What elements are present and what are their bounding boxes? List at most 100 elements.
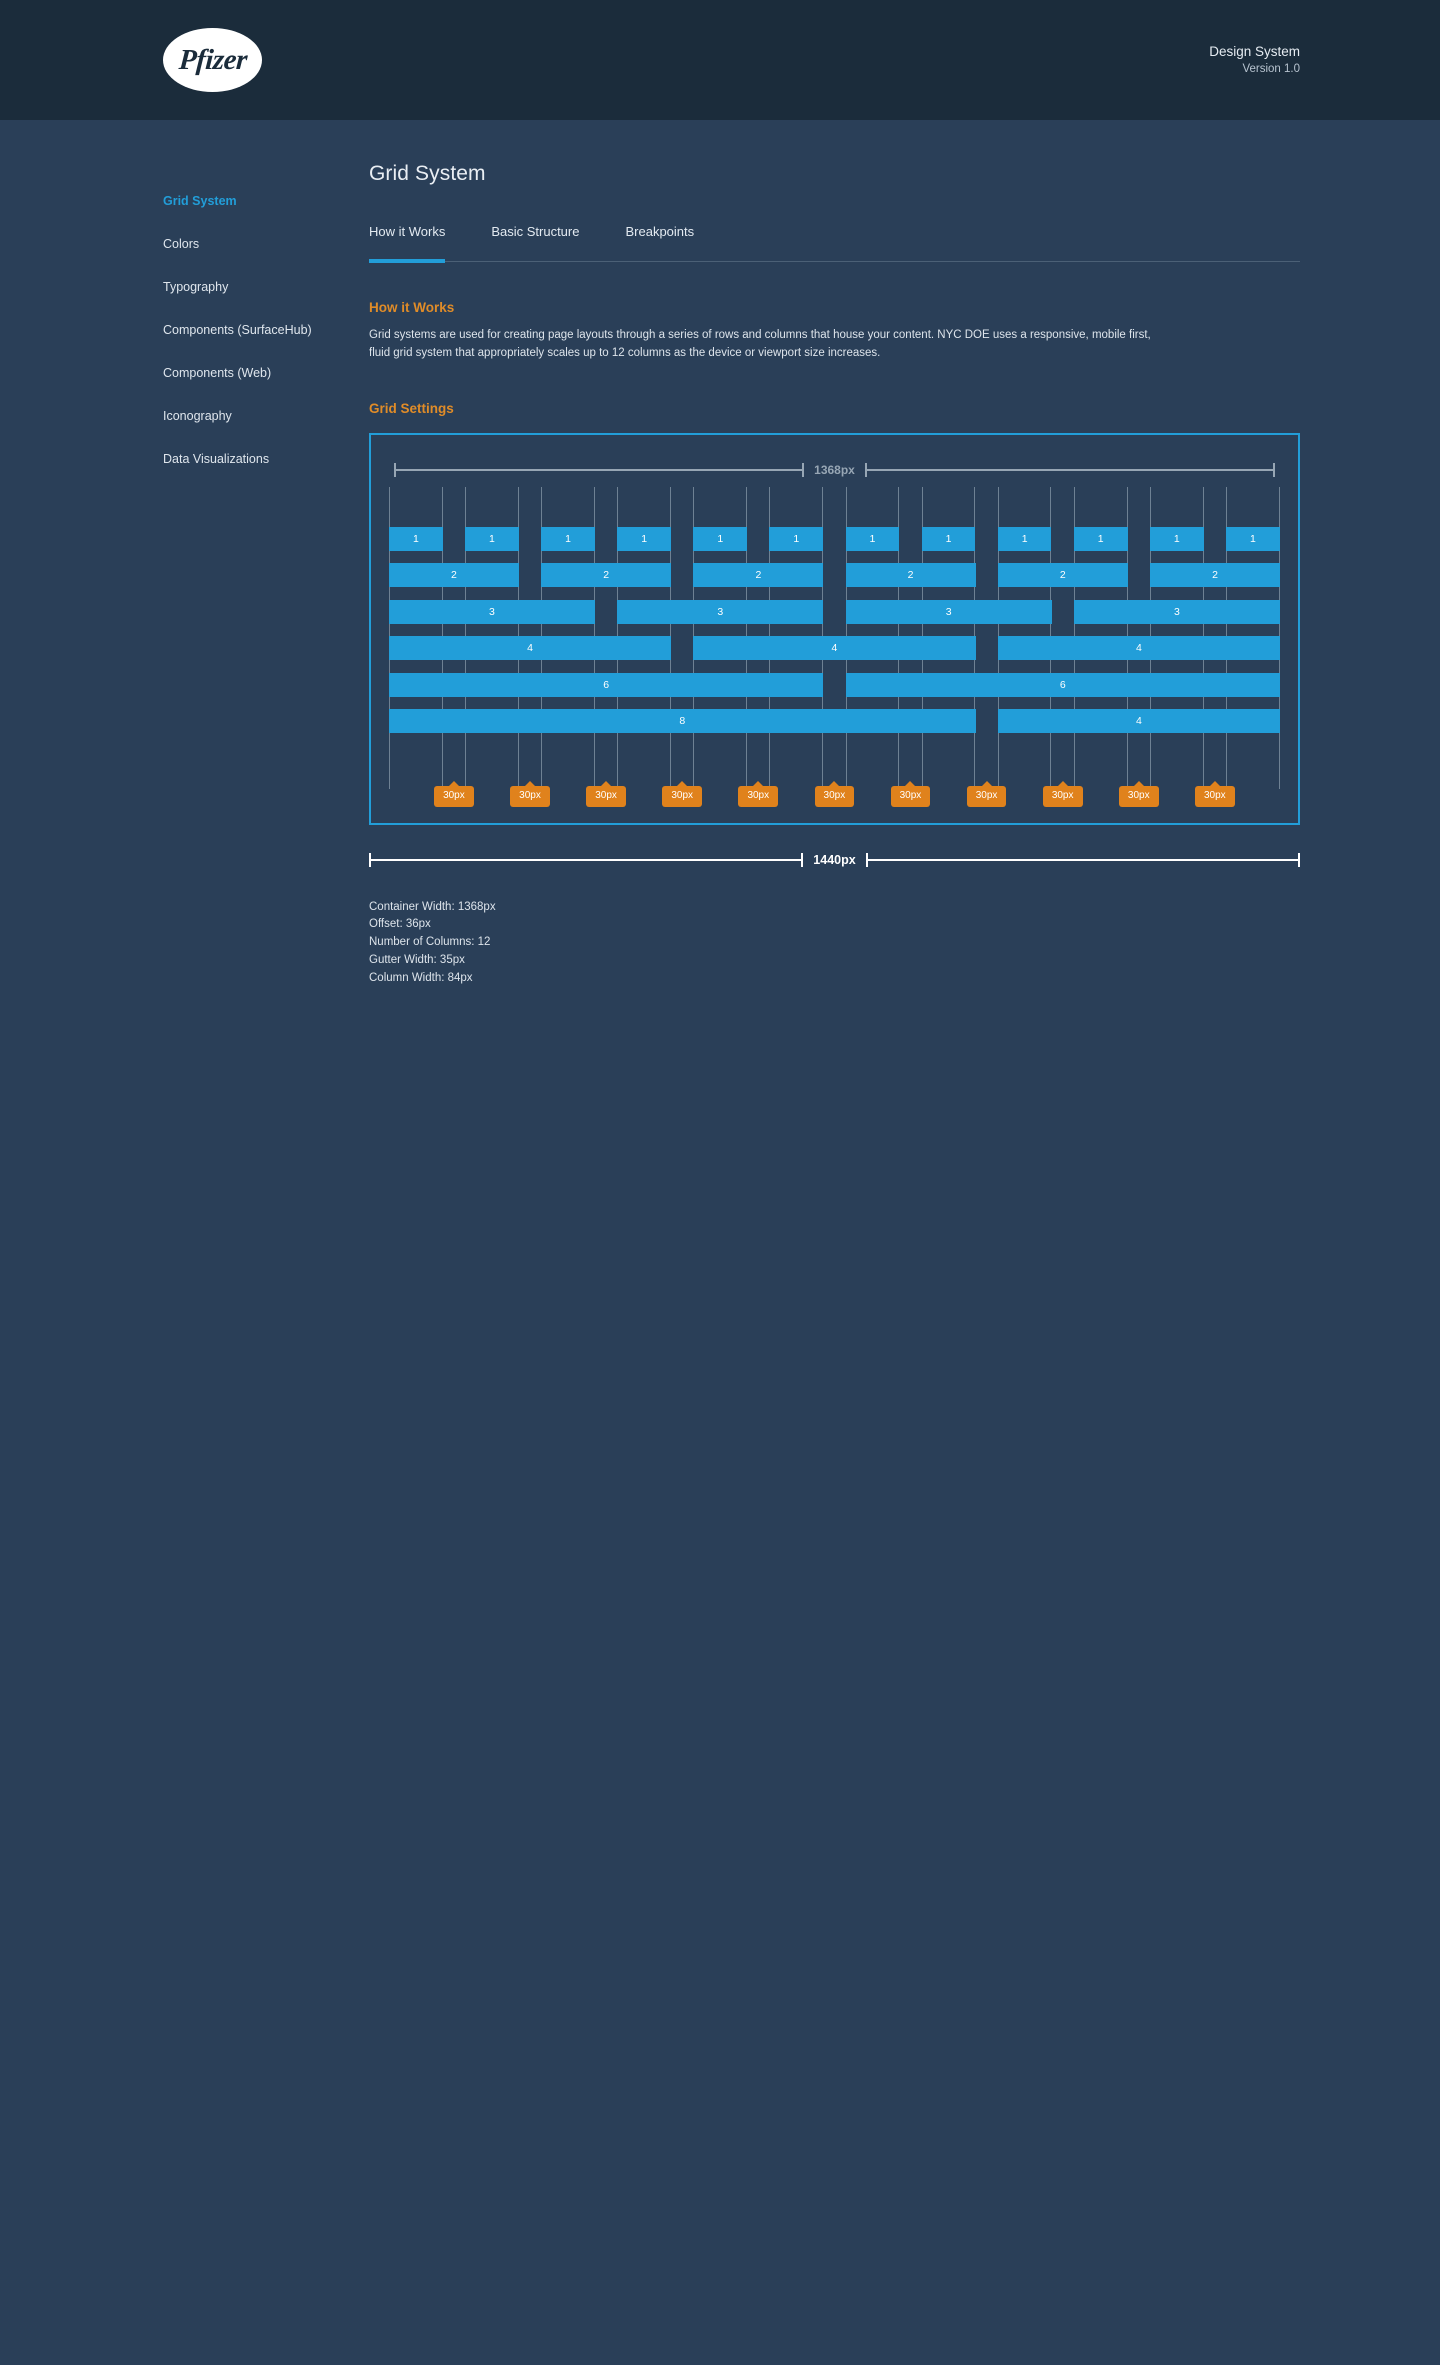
gutter-badge: 30px [966,785,1007,807]
span-gap [1128,527,1150,551]
gutter-badge: 30px [1042,785,1083,807]
pfizer-logo: Pfizer [163,28,262,92]
span-bar: 4 [389,636,672,661]
grid-columns-area: 11111111111122222233334446684 [389,486,1280,789]
span-gap [595,527,617,551]
span-bar: 1 [769,526,824,551]
header-meta: Design System Version 1.0 [1209,42,1300,78]
grid-span-row: 111111111111 [389,526,1280,551]
span-bar: 1 [617,526,671,551]
span-bar: 1 [1226,526,1280,551]
grid-diagram: 1368px 11111111111122222233334446684 30p… [369,432,1300,825]
gutter-badge: 30px [510,785,550,807]
grid-span-row: 84 [389,709,1280,734]
span-bar: 3 [389,599,595,624]
span-bar: 4 [997,636,1280,661]
sidebar-item-components-web[interactable]: Components (Web) [163,356,363,389]
span-gap [823,600,845,624]
site-header: Pfizer Design System Version 1.0 [0,0,1440,120]
sidebar-item-iconography[interactable]: Iconography [163,399,363,432]
span-bar: 3 [617,599,824,624]
span-bar: 1 [389,526,443,551]
tab-bar: How it Works Basic Structure Breakpoints [369,224,1300,263]
container-dimension-row: 1368px [389,457,1280,483]
span-bar: 2 [389,563,519,588]
grid-spec-list: Container Width: 1368px Offset: 36px Numbe… [369,899,1300,988]
gutter-badge-slot: 30px [662,785,703,807]
version-label: Version 1.0 [1242,63,1300,76]
tab-breakpoints[interactable]: Breakpoints [625,224,694,261]
container-dimension-line-right [864,462,1276,477]
gutter-badge: 30px [1195,785,1235,807]
grid-span-row: 444 [389,636,1280,661]
span-gap [443,527,465,551]
sidebar-nav: Grid System Colors Typography Components (S… [163,162,363,988]
viewport-dimension-line-right [865,852,1301,867]
gutter-badge-slot: 30px [890,785,931,807]
page-body: Grid System Colors Typography Components (S… [0,120,1440,988]
gutter-badge: 30px [814,785,855,807]
span-bar: 1 [1073,526,1128,551]
span-gap [519,563,541,587]
gutter-badge-slot: 30px [510,785,550,807]
sidebar-item-data-visualizations[interactable]: Data Visualizations [163,442,363,475]
span-gap [976,709,998,733]
tab-how-it-works[interactable]: How it Works [369,224,445,261]
dimension-bar [395,468,804,471]
span-bar: 8 [389,709,976,734]
gutter-badge-slot: 30px [586,785,626,807]
gutter-badge: 30px [662,785,703,807]
tab-underline-track [369,259,1300,263]
sidebar-item-typography[interactable]: Typography [163,270,363,303]
span-bar: 3 [1073,599,1280,624]
span-bar: 4 [693,636,976,661]
span-bar: 2 [845,563,976,588]
span-gap [975,527,997,551]
design-system-title: Design System [1209,43,1300,59]
span-bar: 4 [997,709,1280,734]
span-bar: 2 [693,563,824,588]
span-bar: 1 [541,526,595,551]
span-gap [899,527,921,551]
container-dimension-label: 1368px [814,462,855,477]
tab-active-indicator [369,259,445,263]
tab-basic-structure[interactable]: Basic Structure [491,224,579,261]
gutter-badge-slot: 30px [966,785,1007,807]
sidebar-item-components-surfacehub[interactable]: Components (SurfaceHub) [163,313,363,346]
span-bar: 2 [997,563,1128,588]
viewport-dimension-label: 1440px [813,852,856,867]
dimension-bar [866,858,1299,861]
span-bar: 1 [845,526,900,551]
span-gap [747,527,769,551]
span-gap [671,636,693,660]
how-it-works-body: Grid systems are used for creating page … [369,329,1151,359]
viewport-dimension-line-left [369,852,804,867]
tab-row: How it Works Basic Structure Breakpoints [369,224,1300,261]
span-gap [595,600,617,624]
grid-spec-line: Container Width: 1368px [369,900,496,913]
span-bar: 2 [541,563,672,588]
span-bar: 1 [693,526,748,551]
dimension-bar [865,468,1275,471]
sidebar-item-colors[interactable]: Colors [163,227,363,260]
grid-spec-line: Gutter Width: 35px [369,954,465,967]
span-rows: 11111111111122222233334446684 [389,526,1280,746]
gutter-badge-slot: 30px [738,785,779,807]
span-gap [1204,527,1226,551]
gutter-badge: 30px [586,785,626,807]
gutter-badge: 30px [890,785,931,807]
span-gap [519,527,541,551]
span-gap [823,673,845,697]
span-bar: 1 [465,526,519,551]
span-bar: 1 [1149,526,1204,551]
span-gap [976,636,998,660]
how-it-works-heading: How it Works [369,300,455,315]
grid-settings-heading: Grid Settings [369,400,454,416]
sidebar-item-grid-system[interactable]: Grid System [163,184,363,217]
gutter-badge-slot: 30px [1118,785,1159,807]
span-bar: 2 [1150,563,1280,588]
gutter-badge: 30px [1118,785,1159,807]
span-gap [1128,563,1150,587]
span-bar: 3 [845,599,1052,624]
gutter-badge-row: 30px 30px 30px 30px 30px 30px 30px 30px 30px 30px… [389,785,1280,807]
